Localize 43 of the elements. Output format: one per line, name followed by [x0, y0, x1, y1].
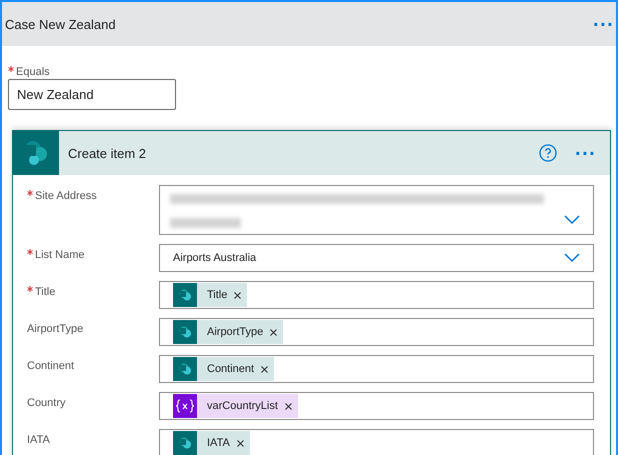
dynamic-content-token[interactable]: Continent	[173, 357, 274, 381]
token-field[interactable]: Continent	[159, 355, 594, 383]
remove-icon[interactable]	[284, 402, 292, 410]
field-label: Title	[27, 281, 159, 309]
sharepoint-icon	[173, 357, 197, 381]
site-address-dropdown[interactable]	[159, 185, 594, 235]
remove-icon[interactable]	[270, 328, 278, 336]
remove-icon[interactable]	[234, 292, 242, 298]
dynamic-content-token[interactable]: IATA	[173, 431, 250, 455]
blurred-text	[170, 218, 241, 228]
sharepoint-icon	[173, 320, 197, 344]
field-label: List Name	[27, 244, 159, 272]
token-field[interactable]: IATA	[159, 429, 594, 455]
dynamic-content-token[interactable]: AirportType	[173, 320, 284, 344]
remove-icon[interactable]	[236, 440, 244, 446]
case-title: Case New Zealand	[5, 16, 116, 32]
remove-icon[interactable]	[261, 366, 268, 372]
required-asterisk-icon	[27, 286, 33, 292]
token-field[interactable]: Title	[159, 281, 594, 309]
dynamic-content-token[interactable]: varCountryList	[173, 394, 298, 418]
sharepoint-icon	[173, 431, 197, 455]
dynamic-content-token[interactable]: Title	[173, 283, 248, 307]
card-title: Create item 2	[68, 146, 148, 160]
token-field[interactable]: AirportType	[159, 318, 594, 346]
field-label: AirportType	[27, 322, 84, 337]
equals-input[interactable]: New Zealand	[8, 79, 176, 110]
variable-icon	[173, 394, 197, 418]
field-label: Continent	[27, 359, 76, 374]
field-label: Country	[27, 396, 67, 411]
more-button[interactable]: ···	[590, 14, 616, 34]
field-label: IATA	[27, 433, 51, 448]
more-button[interactable]: ···	[572, 144, 598, 162]
required-asterisk-icon	[27, 190, 33, 196]
field-label: Site Address	[27, 185, 159, 235]
token-field[interactable]: varCountryList	[159, 392, 594, 420]
required-asterisk-icon	[8, 66, 14, 72]
field-label: Equals	[8, 66, 610, 78]
required-asterisk-icon	[27, 249, 33, 255]
sharepoint-icon	[173, 283, 197, 307]
help-icon[interactable]	[538, 144, 557, 162]
list-name-dropdown[interactable]: Airports Australia	[159, 244, 594, 272]
chevron-down-icon[interactable]	[564, 253, 580, 263]
chevron-down-icon[interactable]	[564, 215, 580, 225]
